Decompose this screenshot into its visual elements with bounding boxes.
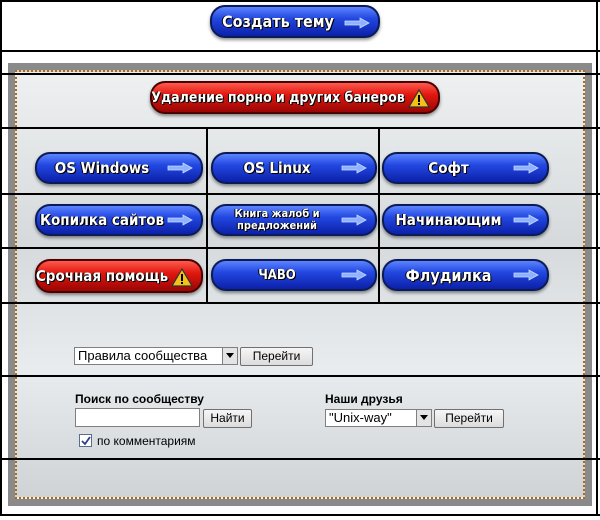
nav-flood-button[interactable]: Флудилка [382, 259, 549, 291]
arrow-right-icon [513, 162, 539, 174]
divider [0, 375, 600, 377]
nav-faq-button[interactable]: ЧАВО [211, 259, 377, 291]
comments-label: по комментариям [97, 434, 196, 448]
rules-select-value: Правила сообщества [78, 348, 208, 363]
nav-flood-label: Флудилка [405, 265, 492, 285]
friends-go-button[interactable]: Перейти [434, 409, 504, 428]
divider [0, 514, 600, 516]
divider [0, 458, 600, 460]
nav-site-bank-button[interactable]: Копилка сайтов [35, 204, 203, 236]
nav-complaints-button[interactable]: Книга жалоб и предложений [211, 204, 377, 236]
nav-complaints-label-line2: предложений [237, 219, 317, 232]
rules-select[interactable]: Правила сообщества [74, 347, 238, 365]
divider [378, 127, 380, 303]
nav-beginners-button[interactable]: Начинающим [382, 204, 549, 236]
nav-os-linux-label: OS Linux [243, 159, 311, 177]
divider [206, 127, 208, 303]
divider [0, 247, 600, 249]
nav-faq-label: ЧАВО [258, 267, 296, 283]
nav-os-windows-button[interactable]: OS Windows [35, 152, 203, 184]
nav-soft-button[interactable]: Софт [382, 152, 549, 184]
arrow-right-icon [513, 214, 539, 226]
divider [0, 193, 600, 195]
dropdown-arrow-icon[interactable] [222, 348, 237, 364]
search-title: Поиск по сообществу [75, 392, 204, 406]
arrow-right-icon [167, 214, 193, 226]
nav-soft-label: Софт [428, 159, 469, 177]
checkmark-icon [81, 436, 91, 446]
divider [0, 50, 600, 52]
dropdown-arrow-icon[interactable] [416, 410, 431, 426]
warning-icon [408, 89, 430, 108]
divider [0, 73, 600, 75]
arrow-right-icon [344, 17, 370, 29]
search-button[interactable]: Найти [203, 409, 252, 428]
friends-select[interactable]: "Unix-way" [325, 409, 432, 427]
divider [0, 302, 600, 304]
divider [0, 0, 600, 2]
divider [596, 0, 598, 516]
divider [0, 127, 600, 129]
comments-checkbox[interactable] [79, 434, 92, 447]
nav-os-windows-label: OS Windows [54, 159, 150, 177]
remove-banners-button[interactable]: Удаление порно и других банеров [150, 81, 440, 114]
create-topic-button[interactable]: Создать тему [210, 5, 380, 38]
remove-banners-label: Удаление порно и других банеров [151, 89, 405, 106]
nav-urgent-help-button[interactable]: Срочная помощь [35, 259, 203, 293]
search-input[interactable] [75, 408, 200, 427]
arrow-right-icon [513, 269, 539, 281]
friends-select-value: "Unix-way" [329, 410, 392, 425]
arrow-right-icon [341, 162, 367, 174]
friends-title: Наши друзья [325, 392, 403, 406]
arrow-right-icon [341, 269, 367, 281]
divider [0, 0, 2, 516]
arrow-right-icon [341, 214, 367, 226]
arrow-right-icon [167, 162, 193, 174]
warning-icon [171, 268, 193, 287]
rules-go-button[interactable]: Перейти [240, 347, 313, 366]
nav-os-linux-button[interactable]: OS Linux [211, 152, 377, 184]
